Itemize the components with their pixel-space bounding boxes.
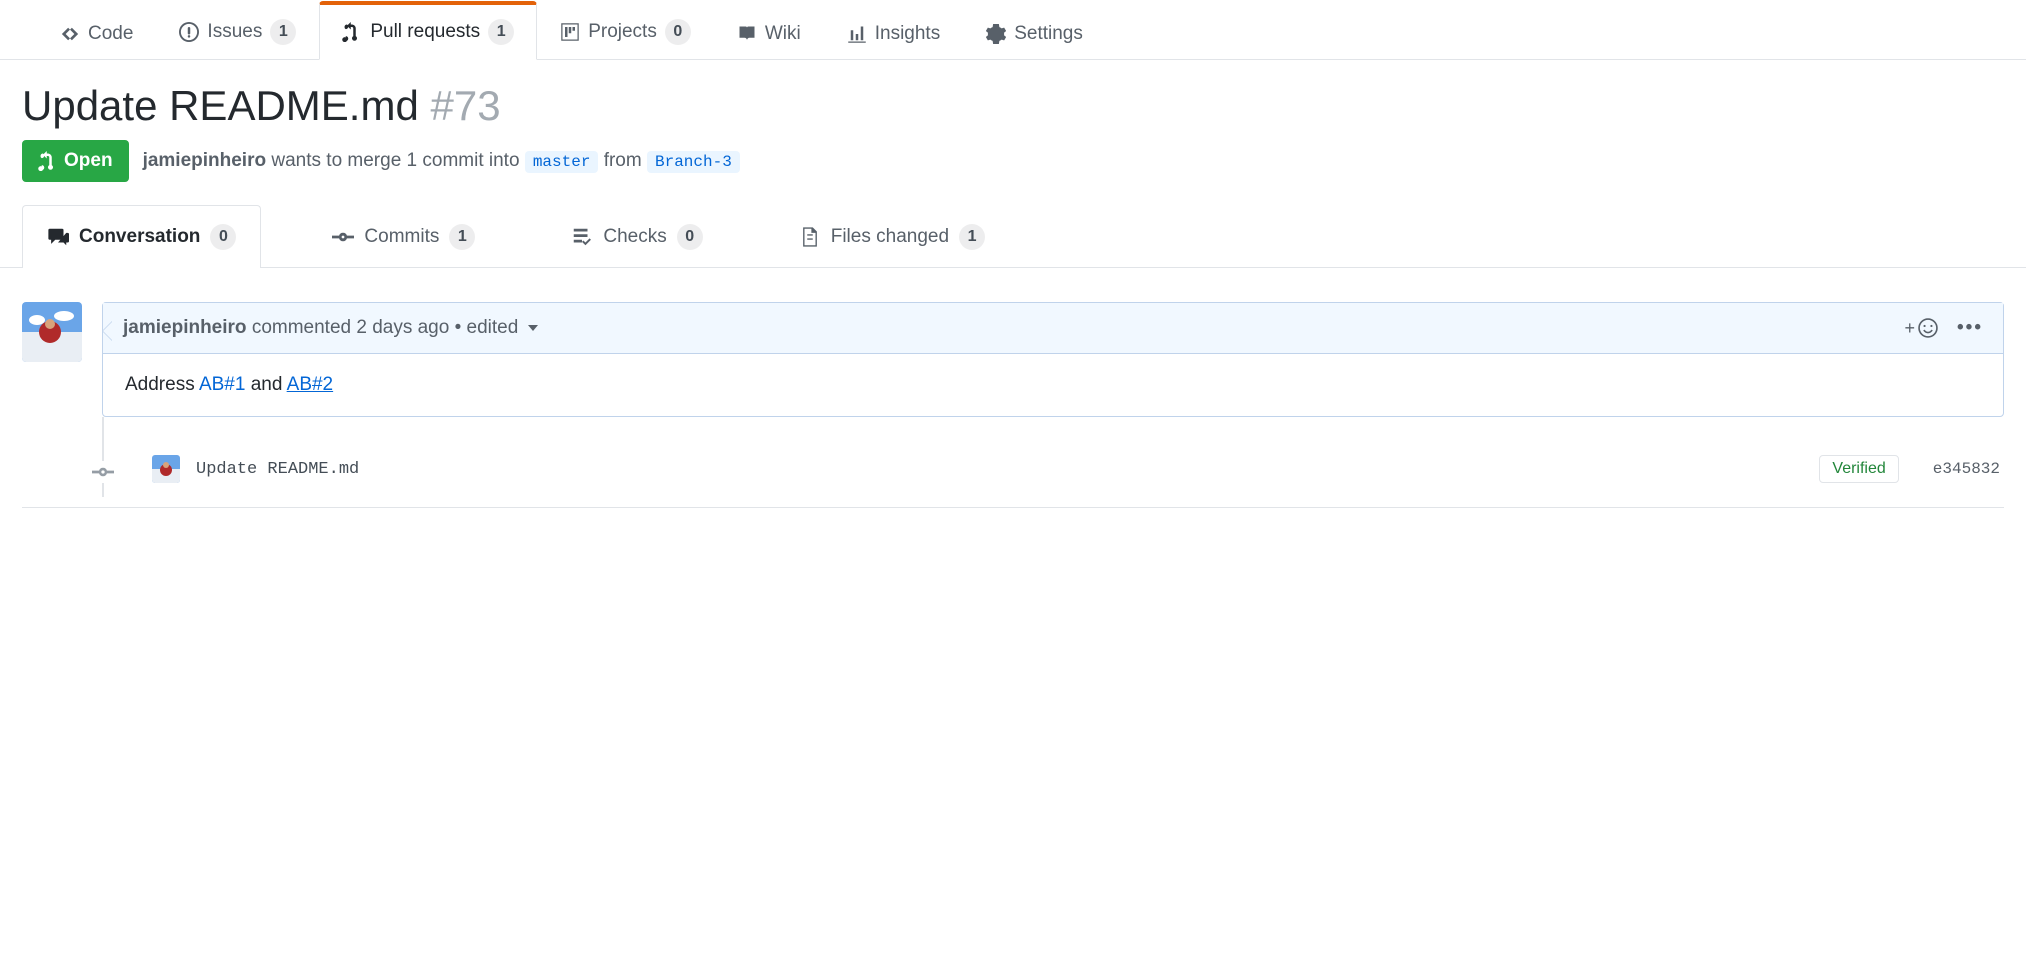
subtab-commits[interactable]: Commits 1 — [307, 205, 500, 268]
git-pull-request-icon — [342, 22, 362, 42]
commit-message[interactable]: Update README.md — [196, 460, 1819, 479]
subtab-files-count: 1 — [959, 224, 985, 250]
verified-badge[interactable]: Verified — [1819, 455, 1898, 483]
tab-issues-label: Issues — [207, 21, 262, 43]
smiley-icon — [1917, 317, 1939, 339]
comment-author[interactable]: jamiepinheiro — [123, 317, 247, 338]
subtab-checks[interactable]: Checks 0 — [546, 205, 727, 268]
commit-timeline: Update README.md Verified e345832 — [102, 417, 2004, 497]
divider — [22, 507, 2004, 508]
merge-text: wants to merge 1 commit into — [271, 150, 519, 171]
link-ab2[interactable]: AB#2 — [287, 374, 333, 395]
git-commit-icon — [332, 226, 354, 248]
code-icon — [60, 24, 80, 44]
pr-title: Update README.md #73 — [22, 82, 2004, 130]
comment-discussion-icon — [47, 226, 69, 248]
commit-sha[interactable]: e345832 — [1933, 460, 2000, 478]
from-label: from — [604, 150, 642, 171]
comment-meta: commented 2 days ago • edited — [252, 317, 518, 338]
caret-down-icon[interactable] — [528, 325, 538, 331]
comment-text-1: Address — [125, 374, 199, 395]
subtab-commits-label: Commits — [364, 226, 439, 248]
checklist-icon — [571, 226, 593, 248]
tab-wiki[interactable]: Wiki — [714, 5, 824, 60]
comment-box: jamiepinheiro commented 2 days ago • edi… — [102, 302, 2004, 417]
file-diff-icon — [799, 226, 821, 248]
pr-header: Update README.md #73 Open jamiepinheiro … — [0, 60, 2026, 182]
tab-projects-label: Projects — [588, 21, 657, 43]
kebab-menu-icon[interactable]: ••• — [1957, 317, 1983, 339]
tab-code[interactable]: Code — [37, 5, 156, 60]
commit-avatar[interactable] — [152, 455, 180, 483]
avatar[interactable] — [22, 302, 82, 362]
tab-projects-count: 0 — [665, 19, 691, 45]
state-label: Open — [64, 150, 113, 172]
add-reaction-button[interactable]: + — [1905, 317, 1940, 339]
tab-projects[interactable]: Projects 0 — [537, 1, 714, 60]
link-ab1[interactable]: AB#1 — [199, 374, 245, 395]
graph-icon — [847, 24, 867, 44]
subtab-conversation-label: Conversation — [79, 226, 200, 248]
tab-issues[interactable]: Issues 1 — [156, 1, 319, 60]
tab-settings[interactable]: Settings — [963, 5, 1106, 60]
tab-issues-count: 1 — [270, 19, 296, 45]
subtab-files[interactable]: Files changed 1 — [774, 205, 1010, 268]
comment-header: jamiepinheiro commented 2 days ago • edi… — [103, 303, 2003, 354]
pr-sub-tabs: Conversation 0 Commits 1 Checks 0 Files … — [0, 204, 2026, 268]
subtab-conversation[interactable]: Conversation 0 — [22, 205, 261, 268]
tab-pullrequests[interactable]: Pull requests 1 — [319, 1, 537, 60]
tab-insights[interactable]: Insights — [824, 5, 963, 60]
tab-wiki-label: Wiki — [765, 23, 801, 45]
head-branch[interactable]: Branch-3 — [647, 151, 740, 173]
repo-tabs: Code Issues 1 Pull requests 1 Projects 0… — [0, 0, 2026, 60]
comment-text-2: and — [245, 374, 286, 395]
tab-code-label: Code — [88, 23, 133, 45]
project-icon — [560, 22, 580, 42]
gear-icon — [986, 24, 1006, 44]
subtab-checks-label: Checks — [603, 226, 666, 248]
pr-number: #73 — [430, 82, 500, 129]
commit-row: Update README.md Verified e345832 — [104, 431, 2004, 483]
subtab-checks-count: 0 — [677, 224, 703, 250]
pr-author[interactable]: jamiepinheiro — [143, 150, 267, 171]
tab-pullrequests-label: Pull requests — [370, 21, 480, 43]
subtab-conversation-count: 0 — [210, 224, 236, 250]
base-branch[interactable]: master — [525, 151, 599, 173]
git-pull-request-icon — [38, 151, 58, 171]
issue-icon — [179, 22, 199, 42]
tab-insights-label: Insights — [875, 23, 940, 45]
tab-settings-label: Settings — [1014, 23, 1083, 45]
timeline: jamiepinheiro commented 2 days ago • edi… — [0, 268, 2026, 417]
pr-title-text: Update README.md — [22, 82, 419, 129]
state-badge: Open — [22, 140, 129, 182]
pr-meta: Open jamiepinheiro wants to merge 1 comm… — [22, 140, 2004, 182]
git-commit-icon — [92, 461, 114, 483]
subtab-files-label: Files changed — [831, 226, 949, 248]
subtab-commits-count: 1 — [449, 224, 475, 250]
book-icon — [737, 24, 757, 44]
tab-pullrequests-count: 1 — [488, 19, 514, 45]
comment-body: Address AB#1 and AB#2 — [103, 354, 2003, 416]
